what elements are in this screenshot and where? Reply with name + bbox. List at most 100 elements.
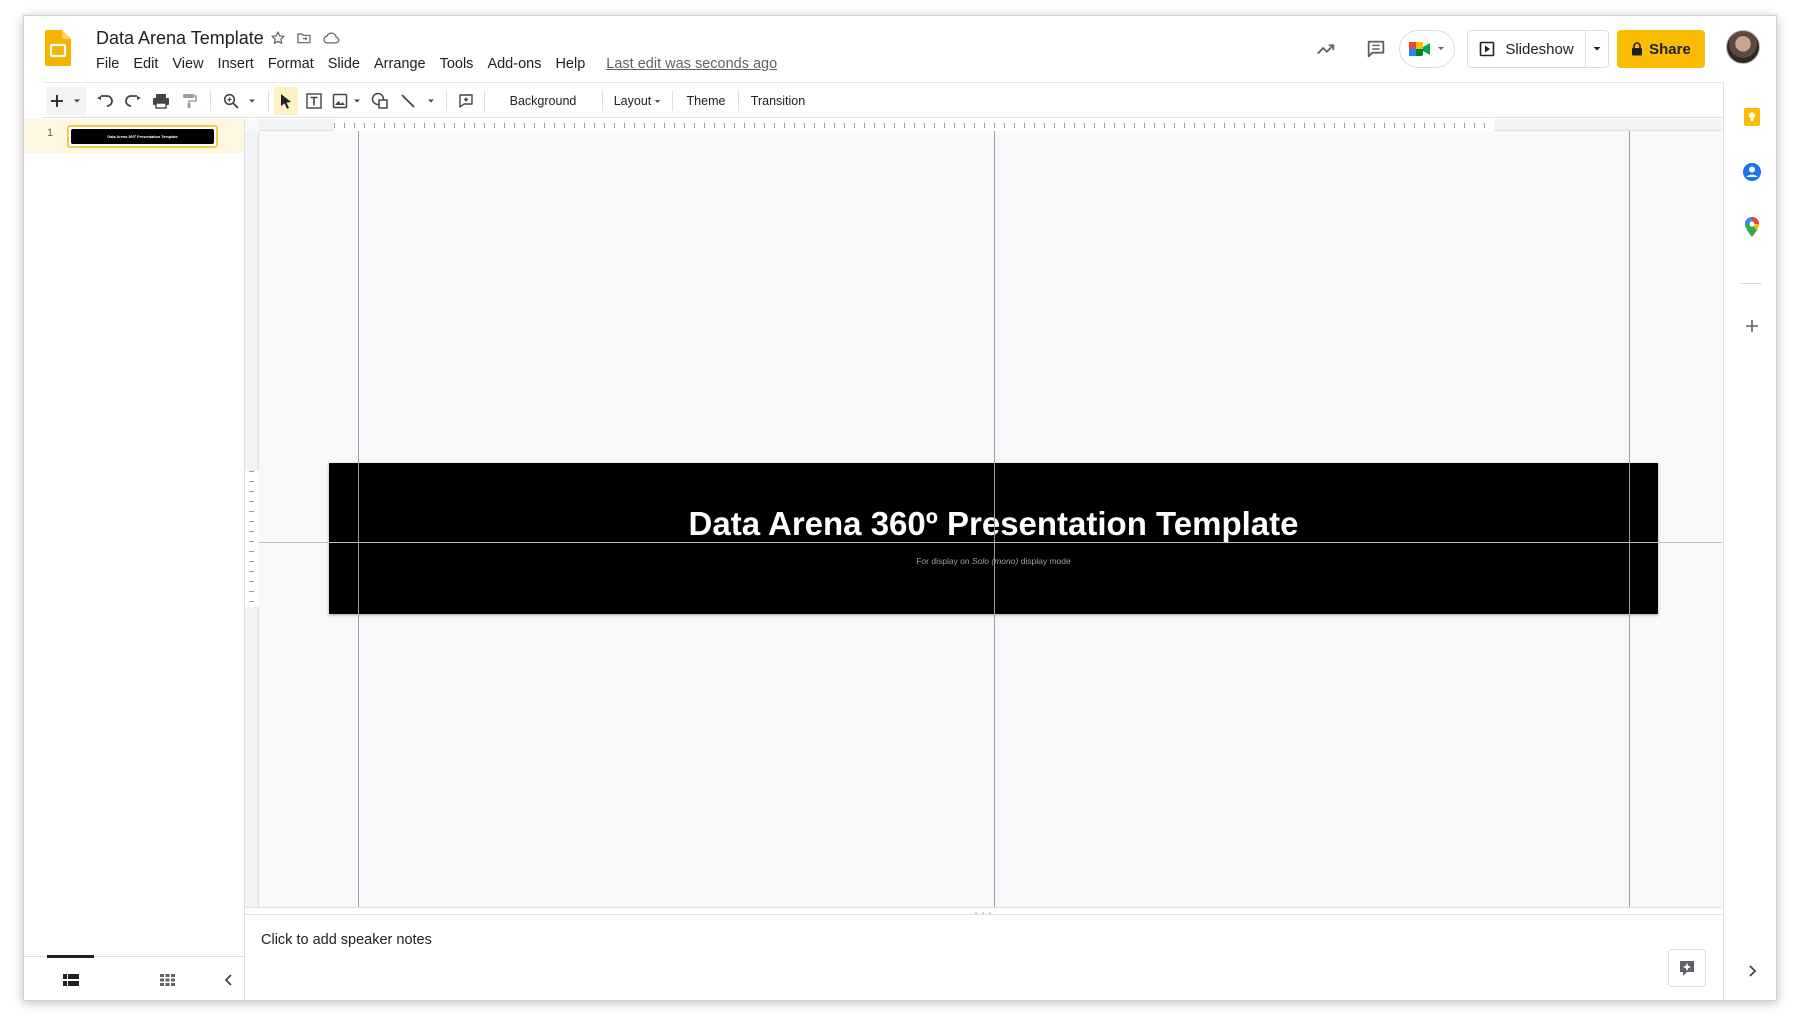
layout-button[interactable]: Layout (608, 87, 668, 115)
zoom-icon (223, 93, 239, 109)
line-button[interactable] (396, 87, 440, 115)
layout-label: Layout (613, 94, 652, 108)
toolbar-divider (738, 91, 739, 111)
horizontal-ruler-slide-region (334, 119, 1494, 131)
horizontal-ruler[interactable] (259, 119, 1722, 131)
zoom-button[interactable] (218, 87, 262, 115)
share-label: Share (1649, 40, 1691, 58)
last-edit-link[interactable]: Last edit was seconds ago (606, 56, 777, 72)
menu-help[interactable]: Help (548, 56, 592, 72)
menu-view[interactable]: View (165, 56, 210, 72)
explore-sparkle-icon (1680, 961, 1694, 976)
chevron-down-icon (428, 99, 434, 103)
get-addons-plus-icon[interactable] (1739, 313, 1765, 339)
guide-line-vertical[interactable] (358, 131, 359, 907)
insert-image-button[interactable] (330, 87, 364, 115)
app-window: Data Arena Template File Edit View Inser… (23, 15, 1777, 1001)
view-indicator (47, 955, 94, 958)
collapse-filmstrip-icon[interactable] (214, 967, 244, 993)
guide-line-vertical[interactable] (1629, 131, 1630, 907)
comments-icon[interactable] (1356, 29, 1396, 69)
print-icon[interactable] (148, 87, 174, 115)
slide-number: 1 (47, 127, 54, 139)
chevron-down-icon (249, 99, 255, 103)
speaker-notes[interactable]: Click to add speaker notes (245, 915, 1722, 1000)
toolbar-divider (672, 91, 673, 111)
menu-slide[interactable]: Slide (321, 56, 367, 72)
side-panel-divider (1740, 283, 1762, 284)
filmstrip: 1 Data Arena 360º Presentation Template (24, 119, 245, 1000)
menu-insert[interactable]: Insert (211, 56, 261, 72)
menu-file[interactable]: File (96, 56, 126, 72)
slide-thumbnail-row[interactable]: 1 Data Arena 360º Presentation Template (24, 119, 244, 153)
slide-subtitle-emphasis: Solo (mono) (971, 556, 1019, 566)
plus-icon (51, 95, 63, 107)
star-icon[interactable] (267, 27, 289, 49)
share-button[interactable]: Share (1617, 30, 1705, 68)
guide-line-vertical[interactable] (994, 131, 995, 907)
slideshow-button[interactable]: Slideshow (1468, 31, 1586, 67)
image-icon (332, 93, 348, 109)
toolbar-divider (210, 91, 211, 111)
slide-canvas-area[interactable]: Data Arena 360º Presentation Template Fo… (245, 119, 1722, 907)
toolbar: Background Layout Theme Transition (42, 82, 1754, 118)
redo-icon[interactable] (120, 87, 146, 115)
menu-tools[interactable]: Tools (433, 56, 481, 72)
present-icon (1480, 41, 1495, 57)
undo-icon[interactable] (92, 87, 118, 115)
vertical-ruler[interactable] (245, 131, 259, 907)
slide-subtitle-prefix: For display on (916, 556, 972, 566)
toolbar-divider (602, 91, 603, 111)
menu-addons[interactable]: Add-ons (480, 56, 548, 72)
text-box-icon[interactable] (302, 87, 326, 115)
maps-icon[interactable] (1739, 214, 1765, 240)
line-icon (401, 94, 415, 108)
toolbar-divider (446, 91, 447, 111)
slide-subtitle-suffix: display mode (1018, 556, 1071, 566)
filmstrip-view-icon[interactable] (56, 967, 86, 993)
show-side-panel-icon[interactable] (1739, 958, 1765, 984)
background-button[interactable]: Background (490, 87, 596, 115)
chevron-down-icon (655, 99, 661, 103)
shape-icon[interactable] (368, 87, 392, 115)
menubar: File Edit View Insert Format Slide Arran… (96, 56, 777, 72)
guide-line-horizontal[interactable] (259, 542, 1722, 543)
explore-button[interactable] (1668, 949, 1706, 987)
transition-button[interactable]: Transition (744, 87, 812, 115)
cloud-saved-icon[interactable] (320, 27, 342, 49)
contacts-icon[interactable] (1739, 159, 1765, 185)
speaker-notes-placeholder[interactable]: Click to add speaker notes (261, 932, 432, 948)
theme-button[interactable]: Theme (678, 87, 734, 115)
new-slide-button[interactable] (46, 87, 86, 115)
paint-format-icon[interactable] (176, 87, 202, 115)
menu-edit[interactable]: Edit (126, 56, 165, 72)
vertical-ruler-slide-region (245, 471, 259, 607)
chevron-down-icon (354, 99, 360, 103)
chevron-down-icon (74, 99, 80, 103)
menu-format[interactable]: Format (261, 56, 321, 72)
chevron-down-icon (1438, 47, 1444, 50)
account-avatar[interactable] (1726, 30, 1760, 64)
slideshow-label: Slideshow (1505, 40, 1574, 58)
slide-thumbnail-title: Data Arena 360º Presentation Template (107, 134, 178, 139)
notes-resize-handle[interactable]: • • • (245, 907, 1722, 918)
meet-button[interactable] (1399, 30, 1455, 68)
grid-view-icon[interactable] (152, 967, 182, 993)
menu-arrange[interactable]: Arrange (367, 56, 433, 72)
activity-dashboard-icon[interactable] (1306, 29, 1346, 69)
meet-icon (1409, 42, 1430, 56)
lock-icon (1632, 42, 1643, 56)
move-folder-icon[interactable] (293, 27, 315, 49)
side-panel (1723, 82, 1776, 1000)
slide-thumbnail[interactable]: Data Arena 360º Presentation Template (67, 125, 218, 148)
toolbar-divider (484, 91, 485, 111)
add-comment-icon[interactable] (454, 87, 478, 115)
slides-logo-icon[interactable] (45, 30, 71, 66)
document-title[interactable]: Data Arena Template (96, 28, 264, 49)
slideshow-button-group: Slideshow (1467, 30, 1609, 68)
select-tool-icon[interactable] (274, 87, 298, 115)
chevron-down-icon (1593, 47, 1601, 51)
keep-icon[interactable] (1739, 104, 1765, 130)
slideshow-options-button[interactable] (1586, 44, 1608, 54)
slide-thumbnail-preview: Data Arena 360º Presentation Template (71, 129, 214, 144)
